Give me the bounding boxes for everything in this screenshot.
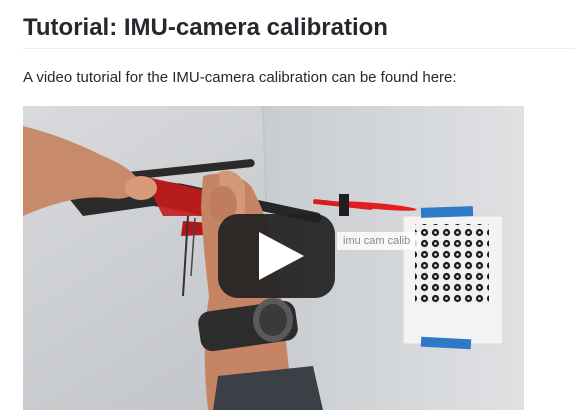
play-button[interactable] [218,214,335,298]
page-title: Tutorial: IMU-camera calibration [23,14,388,41]
play-icon [259,232,304,280]
video-title-overlay: imu cam calib [337,232,421,250]
video-player[interactable]: imu cam calib [23,106,524,410]
title-divider [23,48,575,49]
intro-text: A video tutorial for the IMU-camera cali… [23,69,457,86]
